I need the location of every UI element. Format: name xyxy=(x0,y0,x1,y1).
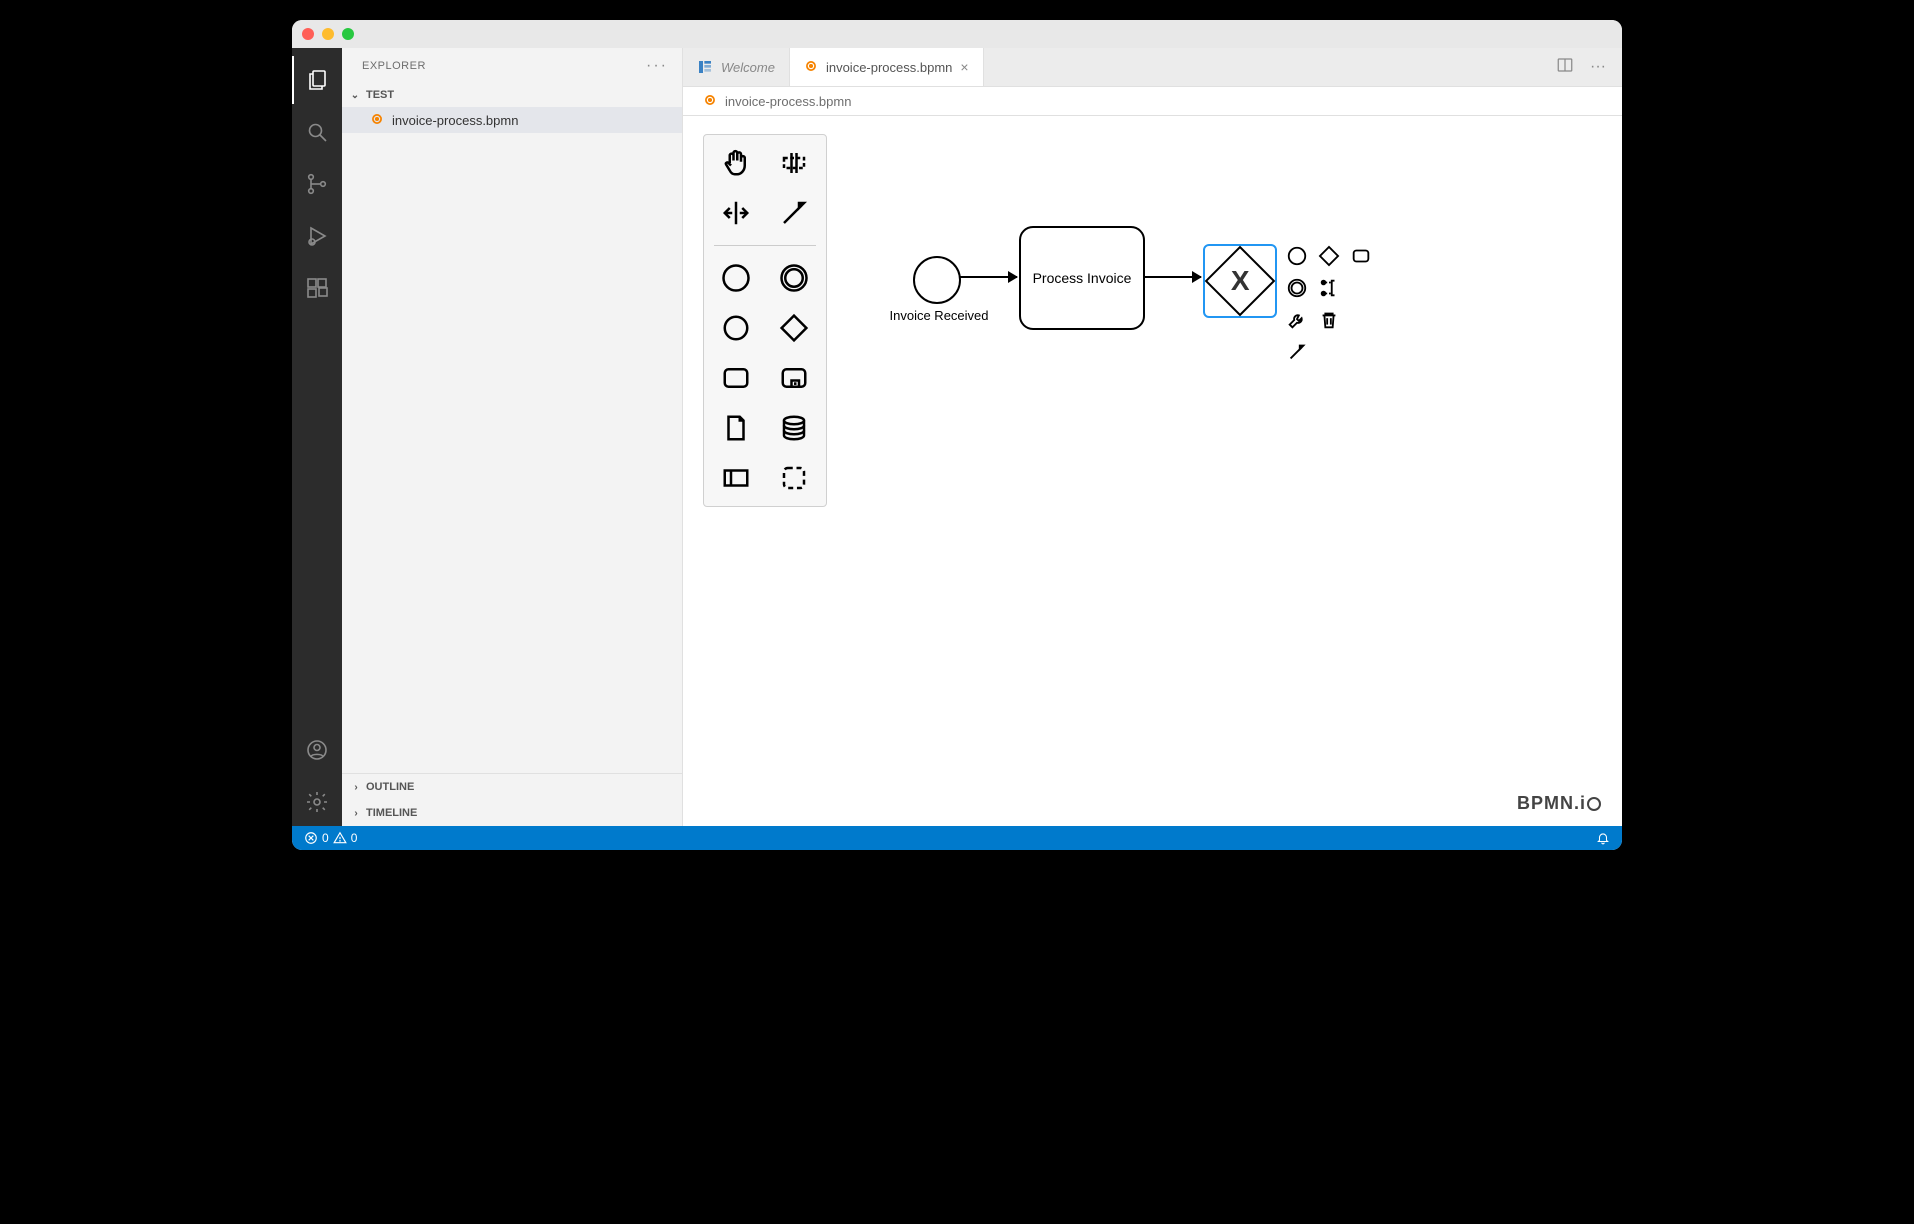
exclusive-gateway: X xyxy=(1205,246,1276,317)
create-participant-icon[interactable] xyxy=(710,458,762,498)
more-editor-actions[interactable]: ··· xyxy=(1590,58,1606,76)
create-data-store-icon[interactable] xyxy=(768,408,820,448)
explorer-sidebar: EXPLORER ··· ⌄ TEST invoice-process.bpmn xyxy=(342,48,683,826)
hand-tool-icon[interactable] xyxy=(710,143,762,183)
create-intermediate-event-icon[interactable] xyxy=(768,258,820,298)
chevron-down-icon: ⌄ xyxy=(348,90,362,101)
tab-bpmn-file[interactable]: invoice-process.bpmn × xyxy=(790,48,984,86)
breadcrumb-file: invoice-process.bpmn xyxy=(725,94,851,109)
create-gateway-icon[interactable] xyxy=(768,308,820,348)
bpmn-palette xyxy=(703,134,827,507)
error-count: 0 xyxy=(322,831,329,845)
watermark-text: BPMN.i xyxy=(1517,793,1586,814)
create-task-icon[interactable] xyxy=(710,358,762,398)
gateway-selected[interactable]: X xyxy=(1203,244,1277,318)
bpmn-file-icon xyxy=(804,59,818,76)
tab-bar: Welcome invoice-process.bpmn × ··· xyxy=(683,48,1622,87)
task[interactable]: Process Invoice xyxy=(1019,226,1145,330)
folder-label: TEST xyxy=(366,89,394,101)
tree-file-item[interactable]: invoice-process.bpmn xyxy=(342,107,682,133)
run-debug-view-icon[interactable] xyxy=(292,212,342,260)
append-intermediate-event-icon[interactable] xyxy=(1283,274,1311,302)
timeline-section[interactable]: › TIMELINE xyxy=(342,800,682,826)
delete-trash-icon[interactable] xyxy=(1315,306,1343,334)
file-name: invoice-process.bpmn xyxy=(392,113,518,128)
create-group-icon[interactable] xyxy=(768,458,820,498)
chevron-right-icon: › xyxy=(350,808,362,819)
tab-welcome[interactable]: Welcome xyxy=(683,48,790,86)
timeline-label: TIMELINE xyxy=(366,807,417,819)
breadcrumb[interactable]: invoice-process.bpmn xyxy=(683,87,1622,116)
tree-folder-root[interactable]: ⌄ TEST xyxy=(342,83,682,107)
close-window-button[interactable] xyxy=(302,28,314,40)
create-start-event-icon[interactable] xyxy=(710,258,762,298)
lasso-tool-icon[interactable] xyxy=(768,143,820,183)
create-data-object-icon[interactable] xyxy=(710,408,762,448)
sequence-flow[interactable] xyxy=(1143,276,1201,278)
outline-section[interactable]: › OUTLINE xyxy=(342,774,682,800)
sidebar-more-actions[interactable]: ··· xyxy=(646,57,668,75)
settings-gear-icon[interactable] xyxy=(292,778,342,826)
close-tab-icon[interactable]: × xyxy=(960,59,968,75)
outline-label: OUTLINE xyxy=(366,781,414,793)
status-problems[interactable]: 0 0 xyxy=(304,831,357,845)
bpmn-io-watermark: BPMN.i xyxy=(1517,793,1602,814)
explorer-view-icon[interactable] xyxy=(292,56,342,104)
sidebar-title: EXPLORER xyxy=(362,60,426,72)
window-titlebar xyxy=(292,20,1622,48)
gateway-marker: X xyxy=(1231,265,1250,297)
editor-actions: ··· xyxy=(1540,48,1622,86)
accounts-icon[interactable] xyxy=(292,726,342,774)
file-tree: ⌄ TEST invoice-process.bpmn xyxy=(342,83,682,773)
chevron-right-icon: › xyxy=(350,782,362,793)
source-control-view-icon[interactable] xyxy=(292,160,342,208)
spacer xyxy=(1347,274,1375,302)
maximize-window-button[interactable] xyxy=(342,28,354,40)
append-text-annotation-icon[interactable] xyxy=(1315,274,1343,302)
connect-arrow-icon[interactable] xyxy=(1283,338,1311,366)
status-notifications-bell-icon[interactable] xyxy=(1596,831,1610,845)
extensions-view-icon[interactable] xyxy=(292,264,342,312)
global-connect-tool-icon[interactable] xyxy=(768,193,820,233)
append-gateway-icon[interactable] xyxy=(1315,242,1343,270)
minimize-window-button[interactable] xyxy=(322,28,334,40)
start-event[interactable] xyxy=(913,256,961,304)
bpmn-canvas[interactable]: Invoice Received Process Invoice X xyxy=(683,116,1622,826)
status-bar: 0 0 xyxy=(292,826,1622,850)
search-view-icon[interactable] xyxy=(292,108,342,156)
create-end-event-icon[interactable] xyxy=(710,308,762,348)
spacer xyxy=(1347,306,1375,334)
tab-label: Welcome xyxy=(721,60,775,75)
split-editor-icon[interactable] xyxy=(1556,56,1574,79)
bpmn-file-icon xyxy=(703,93,717,110)
bpmn-file-icon xyxy=(370,112,384,129)
editor-area: Welcome invoice-process.bpmn × ··· xyxy=(683,48,1622,826)
create-subprocess-icon[interactable] xyxy=(768,358,820,398)
change-type-wrench-icon[interactable] xyxy=(1283,306,1311,334)
vscode-window: EXPLORER ··· ⌄ TEST invoice-process.bpmn xyxy=(292,20,1622,850)
append-task-icon[interactable] xyxy=(1347,242,1375,270)
start-event-label[interactable]: Invoice Received xyxy=(879,308,999,323)
warning-count: 0 xyxy=(351,831,358,845)
welcome-icon xyxy=(697,59,713,75)
append-end-event-icon[interactable] xyxy=(1283,242,1311,270)
sequence-flow[interactable] xyxy=(959,276,1017,278)
task-label: Process Invoice xyxy=(1033,270,1132,286)
activity-bar xyxy=(292,48,342,826)
sidebar-header: EXPLORER ··· xyxy=(342,48,682,83)
space-tool-icon[interactable] xyxy=(710,193,762,233)
context-pad xyxy=(1283,242,1375,366)
tab-label: invoice-process.bpmn xyxy=(826,60,952,75)
window-controls xyxy=(302,28,354,40)
